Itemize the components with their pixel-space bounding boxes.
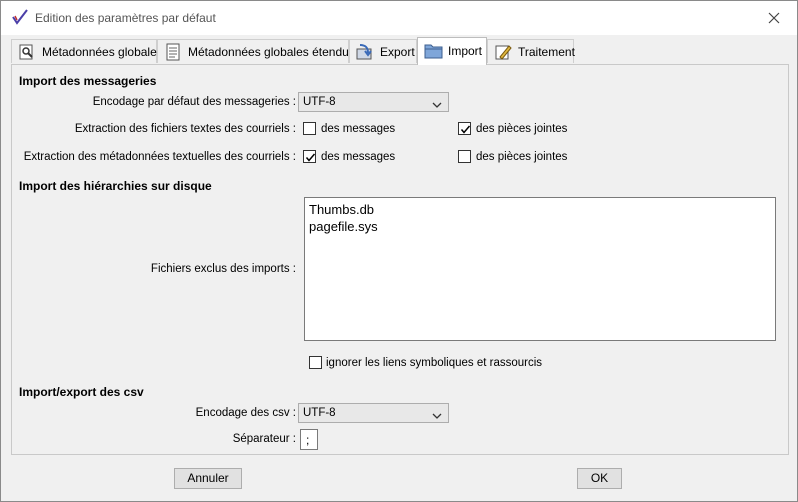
excluded-files-label: Fichiers exclus des imports : (150, 263, 296, 275)
tab-label: Métadonnées globales étendues (188, 45, 362, 59)
text-extract-label: Extraction des fichiers textes des courr… (74, 123, 296, 135)
ok-button[interactable]: OK (577, 468, 622, 489)
cancel-button[interactable]: Annuler (174, 468, 242, 489)
tab-bar: Métadonnées globales Métadonnées globale… (11, 37, 789, 65)
meta-attachments-checkbox[interactable] (458, 150, 471, 163)
text-messages-label: des messages (321, 123, 396, 135)
folder-icon (424, 42, 443, 60)
ignore-links-checkbox[interactable] (309, 356, 322, 369)
chevron-down-icon (432, 98, 442, 108)
tab-label: Export (380, 45, 415, 59)
excluded-files-textarea[interactable]: Thumbs.db pagefile.sys (304, 197, 776, 341)
tab-label: Import (448, 44, 483, 58)
chevron-down-icon (432, 409, 442, 419)
tab-metadonnees-globales[interactable]: Métadonnées globales (11, 39, 163, 63)
import-panel: Import des messageries Encodage par défa… (11, 64, 789, 455)
text-attachments-label: des pièces jointes (476, 123, 568, 135)
separator-label: Séparateur : (232, 433, 296, 445)
pencil-doc-icon (494, 43, 512, 61)
text-messages-checkbox[interactable] (303, 122, 316, 135)
tab-label: Métadonnées globales (42, 45, 163, 59)
excluded-file-line: Thumbs.db (309, 202, 375, 217)
excluded-file-line: pagefile.sys (309, 219, 378, 234)
section-heading-hierarchies: Import des hiérarchies sur disque (19, 179, 212, 193)
title-bar: Edition des paramètres par défaut (1, 1, 797, 35)
section-heading-csv: Import/export des csv (19, 385, 144, 399)
checkmark-icon (460, 125, 471, 134)
window-title: Edition des paramètres par défaut (35, 11, 216, 25)
meta-attachments-label: des pièces jointes (476, 151, 568, 163)
separator-input[interactable]: ; (300, 429, 318, 450)
tab-label: Traitement (518, 45, 575, 59)
select-value: UTF-8 (303, 407, 336, 419)
csv-encoding-select[interactable]: UTF-8 (298, 403, 449, 423)
select-value: UTF-8 (303, 96, 336, 108)
tab-export[interactable]: Export (349, 39, 417, 63)
tab-import[interactable]: Import (417, 37, 487, 65)
close-icon[interactable] (761, 5, 787, 31)
section-heading-messageries: Import des messageries (19, 74, 157, 88)
meta-extract-label: Extraction des métadonnées textuelles de… (23, 151, 296, 163)
tab-traitement[interactable]: Traitement (487, 39, 575, 63)
csv-encoding-label: Encodage des csv : (195, 407, 296, 419)
document-lines-icon (164, 43, 182, 61)
messaging-encoding-select[interactable]: UTF-8 (298, 92, 449, 112)
ignore-links-label: ignorer les liens symboliques et rassour… (326, 357, 543, 369)
meta-messages-checkbox[interactable] (303, 150, 316, 163)
dialog-window: Edition des paramètres par défaut Métado… (0, 0, 798, 502)
meta-messages-label: des messages (321, 151, 396, 163)
checkmark-icon (305, 153, 316, 162)
separator-value: ; (306, 433, 310, 447)
text-attachments-checkbox[interactable] (458, 122, 471, 135)
export-arrow-icon (356, 43, 374, 61)
tab-metadonnees-etendues[interactable]: Métadonnées globales étendues (157, 39, 361, 63)
checkmark-app-icon (12, 9, 28, 25)
magnifier-doc-icon (18, 43, 36, 61)
encoding-label: Encodage par défaut des messageries : (92, 96, 296, 108)
